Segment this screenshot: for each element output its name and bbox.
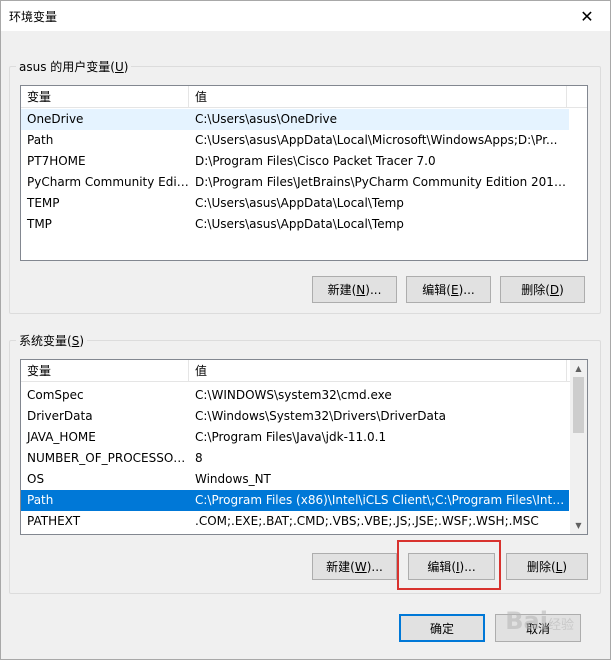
system-variables-list[interactable]: 变量 值 ComSpec C:\WINDOWS\system32\cmd.exe…	[20, 359, 588, 535]
list-item[interactable]: NUMBER_OF_PROCESSORS 8	[21, 448, 569, 469]
user-list-header: 变量 值	[21, 86, 587, 108]
list-item[interactable]: Path C:\Users\asus\AppData\Local\Microso…	[21, 130, 569, 151]
user-variables-label: asus 的用户变量(U)	[16, 58, 132, 75]
list-item[interactable]: JAVA_HOME C:\Program Files\Java\jdk-11.0…	[21, 427, 569, 448]
column-header-value[interactable]: 值	[189, 360, 567, 382]
scroll-down-arrow-icon[interactable]: ▼	[570, 517, 587, 534]
user-new-button[interactable]: 新建(N)...	[312, 276, 397, 303]
list-item[interactable]: ComSpec C:\WINDOWS\system32\cmd.exe	[21, 385, 569, 406]
column-header-value[interactable]: 值	[189, 86, 567, 108]
title-bar[interactable]: 环境变量 ✕	[1, 1, 610, 31]
list-item[interactable]: TEMP C:\Users\asus\AppData\Local\Temp	[21, 193, 569, 214]
user-variables-list[interactable]: 变量 值 OneDrive C:\Users\asus\OneDrive Pat…	[20, 85, 588, 261]
column-header-variable[interactable]: 变量	[21, 360, 189, 382]
ok-button[interactable]: 确定	[399, 614, 485, 642]
system-new-button[interactable]: 新建(W)...	[312, 553, 397, 580]
user-edit-button[interactable]: 编辑(E)...	[406, 276, 491, 303]
system-delete-button[interactable]: 删除(L)	[506, 553, 588, 580]
close-icon: ✕	[580, 6, 594, 26]
column-header-variable[interactable]: 变量	[21, 86, 189, 108]
scrollbar-thumb[interactable]	[573, 377, 584, 433]
annotation-highlight-box	[397, 540, 501, 590]
list-item[interactable]: PT7HOME D:\Program Files\Cisco Packet Tr…	[21, 151, 569, 172]
system-list-header: 变量 值	[21, 360, 587, 382]
system-list-scrollbar[interactable]: ▲ ▼	[570, 360, 587, 534]
user-delete-button[interactable]: 删除(D)	[500, 276, 585, 303]
list-item[interactable]: OneDrive C:\Users\asus\OneDrive	[21, 109, 569, 130]
close-button[interactable]: ✕	[564, 1, 610, 31]
scroll-up-arrow-icon[interactable]: ▲	[570, 360, 587, 377]
system-variables-group: 系统变量(S) 变量 值 ComSpec C:\WINDOWS\system32…	[9, 332, 601, 594]
window-title: 环境变量	[9, 10, 58, 24]
list-item[interactable]: PyCharm Community Editi... D:\Program Fi…	[21, 172, 569, 193]
environment-variables-dialog: 环境变量 ✕ asus 的用户变量(U) 变量 值 OneDrive C:\Us…	[0, 0, 611, 660]
baidu-watermark: Bai经验	[505, 607, 574, 635]
user-variables-group: asus 的用户变量(U) 变量 值 OneDrive C:\Users\asu…	[9, 58, 601, 314]
list-item[interactable]: OS Windows_NT	[21, 469, 569, 490]
list-item[interactable]: DriverData C:\Windows\System32\Drivers\D…	[21, 406, 569, 427]
list-item[interactable]: PATHEXT .COM;.EXE;.BAT;.CMD;.VBS;.VBE;.J…	[21, 511, 569, 532]
list-item-selected[interactable]: Path C:\Program Files (x86)\Intel\iCLS C…	[21, 490, 569, 511]
system-variables-label: 系统变量(S)	[16, 332, 88, 349]
list-item[interactable]: TMP C:\Users\asus\AppData\Local\Temp	[21, 214, 569, 235]
